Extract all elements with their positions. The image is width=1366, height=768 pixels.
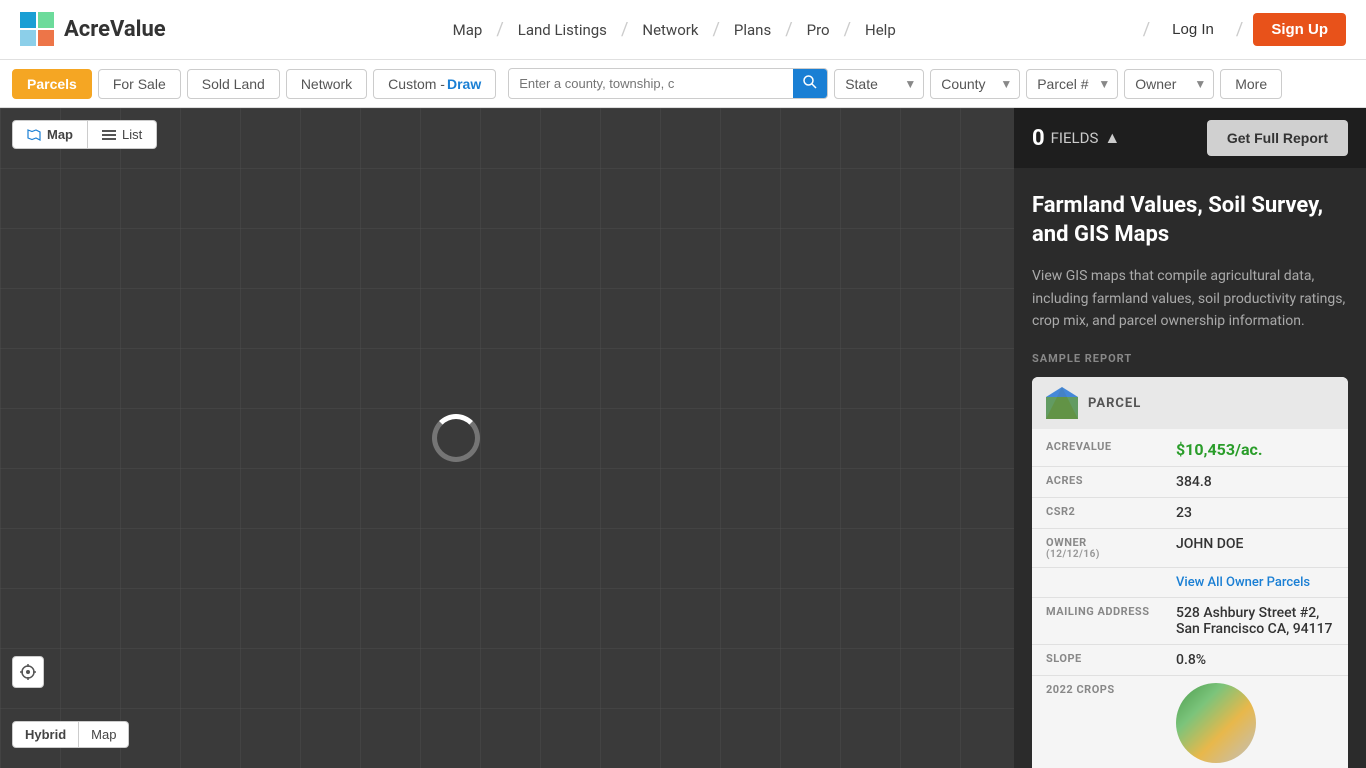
mailing-address-label: MAILING ADDRESS [1046,605,1176,637]
nav-help[interactable]: Help [855,17,906,43]
custom-label: Custom - [388,76,445,92]
parcel-select-wrapper: Parcel # ▼ [1026,69,1118,99]
state-select[interactable]: State [834,69,924,99]
sidebar-title: Farmland Values, Soil Survey, and GIS Ma… [1032,192,1348,249]
owner-row: OWNER(12/12/16) JOHN DOE [1032,529,1348,568]
tab-custom[interactable]: Custom - Draw [373,69,496,99]
nav-network[interactable]: Network [632,17,708,43]
search-input[interactable] [509,70,793,97]
loading-spinner [432,414,480,462]
fields-bar: 0 FIELDS ▲ Get Full Report [1014,108,1366,168]
location-icon [20,664,36,680]
parcel-icon [1046,387,1078,419]
report-card-header: PARCEL [1032,377,1348,429]
csr2-value: 23 [1176,505,1192,521]
slope-label: SLOPE [1046,652,1176,668]
crops-label: 2022 CROPS [1046,683,1176,763]
view-owner-parcels-link[interactable]: View All Owner Parcels [1176,575,1310,590]
nav-sep-3: / [712,19,719,40]
map-view-button[interactable]: Map [12,120,88,149]
owner-label: OWNER(12/12/16) [1046,536,1176,560]
acres-value: 384.8 [1176,474,1212,490]
fields-number: 0 [1032,126,1045,151]
more-button[interactable]: More [1220,69,1282,99]
nav-plans[interactable]: Plans [724,17,781,43]
sidebar: 0 FIELDS ▲ Get Full Report Farmland Valu… [1014,108,1366,768]
map-view-controls: Map List [12,120,157,149]
acres-label: ACRES [1046,474,1176,490]
list-view-button[interactable]: List [88,120,157,149]
fields-count: 0 FIELDS ▲ [1032,126,1120,151]
nav-actions: / Log In / Sign Up [1143,13,1346,46]
mailing-address-value: 528 Ashbury Street #2, San Francisco CA,… [1176,605,1334,637]
nav-sep-7: / [1236,19,1243,40]
login-button[interactable]: Log In [1160,15,1226,44]
list-view-label: List [122,127,142,142]
mailing-address-row: MAILING ADDRESS 528 Ashbury Street #2, S… [1032,598,1348,645]
owner-select-wrapper: Owner ▼ [1124,69,1214,99]
nav-land-listings[interactable]: Land Listings [508,17,617,43]
tab-parcels[interactable]: Parcels [12,69,92,99]
logo[interactable]: AcreValue [20,12,166,48]
nav-pro[interactable]: Pro [797,17,840,43]
map-icon [27,128,41,142]
logo-icon [20,12,56,48]
nav-sep-4: / [785,19,792,40]
get-report-button[interactable]: Get Full Report [1207,120,1348,156]
parcel-label: PARCEL [1088,396,1141,411]
tab-network[interactable]: Network [286,69,367,99]
nav-sep-6: / [1143,19,1150,40]
nav-map[interactable]: Map [443,17,493,43]
main-nav: Map / Land Listings / Network / Plans / … [206,17,1143,43]
sidebar-description: View GIS maps that compile agricultural … [1032,265,1348,332]
tab-sold-land[interactable]: Sold Land [187,69,280,99]
csr2-label: CSR2 [1046,505,1176,521]
fields-toggle-icon[interactable]: ▲ [1104,128,1120,148]
nav-sep-2: / [621,19,628,40]
list-icon [102,128,116,142]
state-select-wrapper: State ▼ [834,69,924,99]
crops-row: 2022 CROPS [1032,676,1348,768]
parcel-select[interactable]: Parcel # [1026,69,1118,99]
report-card: PARCEL ACREVALUE $10,453/ac. ACRES 384.8… [1032,377,1348,768]
nav-sep-1: / [496,19,503,40]
sample-report-label: SAMPLE REPORT [1032,352,1348,365]
acrevalue-label: ACREVALUE [1046,440,1176,459]
map-button[interactable]: Map [79,721,129,748]
search-wrapper [508,68,828,99]
main-content: Map List [0,108,1366,768]
map-grid [0,108,1014,768]
map-view-label: Map [47,127,73,142]
signup-button[interactable]: Sign Up [1253,13,1346,46]
acrevalue-row: ACREVALUE $10,453/ac. [1032,433,1348,467]
county-select-wrapper: County ▼ [930,69,1020,99]
draw-link[interactable]: Draw [447,76,481,92]
owner-value: JOHN DOE [1176,536,1243,560]
county-select[interactable]: County [930,69,1020,99]
tab-for-sale[interactable]: For Sale [98,69,181,99]
csr2-row: CSR2 23 [1032,498,1348,529]
report-rows: ACREVALUE $10,453/ac. ACRES 384.8 CSR2 2… [1032,429,1348,768]
search-button[interactable] [793,69,827,98]
view-owner-parcels-row: View All Owner Parcels [1032,568,1348,598]
map-type-controls: Hybrid Map [12,721,129,748]
location-button[interactable] [12,656,44,688]
slope-value: 0.8% [1176,652,1206,668]
owner-select[interactable]: Owner [1124,69,1214,99]
toolbar: Parcels For Sale Sold Land Network Custo… [0,60,1366,108]
acres-row: ACRES 384.8 [1032,467,1348,498]
logo-text: AcreValue [64,17,166,42]
acrevalue-value: $10,453/ac. [1176,440,1263,459]
map-area[interactable]: Map List [0,108,1014,768]
nav-sep-5: / [844,19,851,40]
crops-chart [1176,683,1256,763]
slope-row: SLOPE 0.8% [1032,645,1348,676]
owner-date: (12/12/16) [1046,549,1176,560]
fields-label: FIELDS [1051,129,1099,147]
search-icon [803,75,817,89]
view-owner-spacer [1046,575,1176,590]
hybrid-button[interactable]: Hybrid [12,721,79,748]
sidebar-content: Farmland Values, Soil Survey, and GIS Ma… [1014,168,1366,768]
header: AcreValue Map / Land Listings / Network … [0,0,1366,60]
